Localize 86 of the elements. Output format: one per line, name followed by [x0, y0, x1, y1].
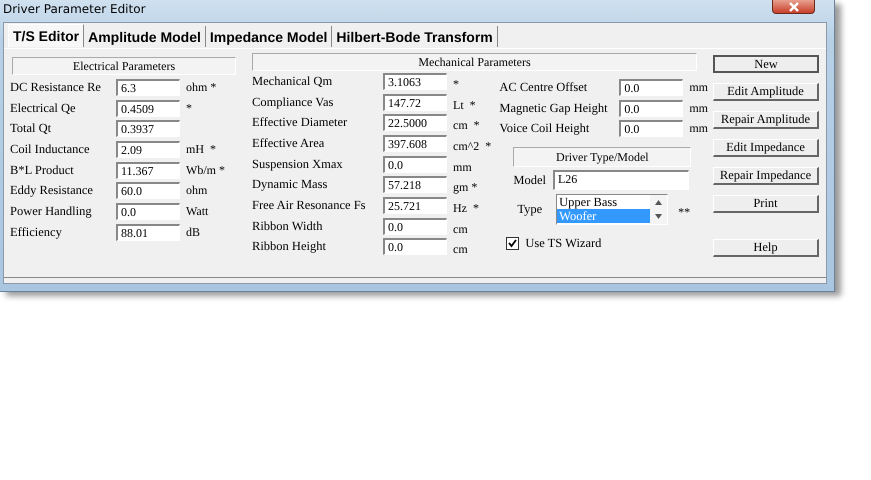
unit-label: Wb/m * — [186, 162, 225, 178]
field-label: DC Resistance Re — [10, 80, 102, 95]
action-button[interactable]: Help — [713, 239, 819, 257]
checkbox[interactable] — [506, 237, 520, 250]
tab[interactable]: T/S Editor — [8, 24, 84, 47]
input-field[interactable]: 397.608 — [383, 134, 447, 152]
unit-label: mm — [689, 100, 708, 116]
field-label: Effective Diameter — [252, 115, 348, 130]
input-field[interactable]: 2.09 — [116, 140, 180, 158]
model-field[interactable]: L26 — [552, 170, 689, 190]
field-label: Coil Inductance — [10, 142, 90, 157]
unit-label: cm * — [453, 118, 480, 134]
unit-label: dB — [186, 224, 200, 240]
unit-label: mH * — [186, 142, 216, 157]
field-label: Electrical Qe — [10, 100, 77, 116]
input-field[interactable]: 0.0 — [383, 156, 447, 173]
input-field[interactable]: 22.5000 — [383, 114, 447, 132]
input-field[interactable]: 25.721 — [383, 196, 447, 214]
action-button[interactable]: Repair Amplitude — [713, 111, 819, 129]
section-header: Driver Type/Model — [513, 147, 692, 168]
scroll-up-icon[interactable] — [655, 200, 662, 205]
input-field[interactable]: 3.1063 — [383, 72, 447, 90]
unit-label: ohm * — [186, 80, 216, 95]
input-field[interactable]: 11.367 — [116, 162, 180, 179]
close-button[interactable] — [772, 0, 815, 14]
window-title: Driver Parameter Editor — [2, 1, 146, 16]
input-field[interactable]: 0.0 — [619, 100, 684, 117]
field-label: B*L Product — [10, 162, 75, 178]
field-label: Free Air Resonance Fs — [252, 198, 367, 213]
field-label: Power Handling — [10, 204, 93, 219]
input-field[interactable]: 0.0 — [619, 120, 684, 138]
unit-label: mm — [689, 121, 708, 136]
field-label: Effective Area — [252, 136, 326, 151]
unit-label: gm * — [453, 180, 478, 196]
input-field[interactable]: 0.0 — [383, 238, 447, 256]
field-label: Model — [513, 172, 546, 188]
input-field[interactable]: 0.0 — [116, 202, 180, 220]
type-list[interactable]: Upper Bass Woofer — [556, 194, 668, 226]
unit-label: cm — [453, 222, 468, 237]
unit-label: * — [186, 100, 192, 116]
scroll-down-icon[interactable] — [655, 214, 662, 220]
input-field[interactable]: 6.3 — [116, 78, 180, 96]
input-field[interactable]: 0.3937 — [116, 120, 180, 138]
unit-label: Hz * — [453, 200, 479, 216]
field-label: Ribbon Width — [252, 218, 324, 234]
action-button[interactable]: Repair Impedance — [713, 167, 819, 185]
input-field[interactable]: 0.0 — [619, 78, 684, 96]
unit-label: cm^2 * — [453, 138, 492, 154]
unit-label: cm — [453, 242, 468, 258]
unit-label: Watt — [186, 204, 208, 219]
field-label: AC Centre Offset — [499, 80, 588, 95]
tab[interactable]: Impedance Model — [206, 26, 332, 47]
input-field[interactable]: 0.4509 — [116, 100, 180, 117]
unit-label: mm — [453, 160, 472, 175]
section-header: Mechanical Parameters — [252, 53, 697, 71]
field-label: Type — [517, 202, 542, 218]
unit-label: * — [453, 76, 459, 92]
action-button[interactable]: Edit Amplitude — [713, 83, 819, 101]
checkbox-label: Use TS Wizard — [525, 236, 602, 252]
input-field[interactable]: 60.0 — [116, 182, 180, 200]
unit-label: Lt * — [453, 98, 476, 113]
tab[interactable]: Hilbert-Bode Transform — [332, 26, 498, 47]
field-label: Eddy Resistance — [10, 183, 94, 198]
section-header: Electrical Parameters — [12, 57, 236, 75]
unit-label: ohm — [186, 183, 208, 198]
field-label: Ribbon Height — [252, 239, 327, 254]
action-button[interactable]: Print — [713, 195, 819, 213]
field-label: Mechanical Qm — [252, 74, 334, 89]
field-label: Compliance Vas — [252, 94, 334, 110]
input-field[interactable]: 0.0 — [383, 218, 447, 235]
input-field[interactable]: 147.72 — [383, 94, 447, 111]
field-label: Efficiency — [10, 224, 63, 240]
unit-label: mm — [689, 80, 708, 95]
action-button[interactable]: Edit Impedance — [713, 139, 819, 157]
input-field[interactable]: 88.01 — [116, 224, 180, 241]
list-item[interactable]: Upper Bass — [557, 195, 650, 210]
tab[interactable]: Amplitude Model — [84, 26, 206, 47]
field-label: Magnetic Gap Height — [499, 100, 609, 116]
field-label: Voice Coil Height — [499, 121, 590, 136]
field-label: Dynamic Mass — [252, 177, 328, 192]
input-field[interactable]: 57.218 — [383, 176, 447, 194]
field-label: Suspension Xmax — [252, 156, 344, 172]
action-button[interactable]: New — [713, 55, 819, 73]
close-icon — [788, 2, 800, 12]
note-mark: ** — [678, 205, 690, 220]
field-label: Total Qt — [10, 121, 52, 136]
